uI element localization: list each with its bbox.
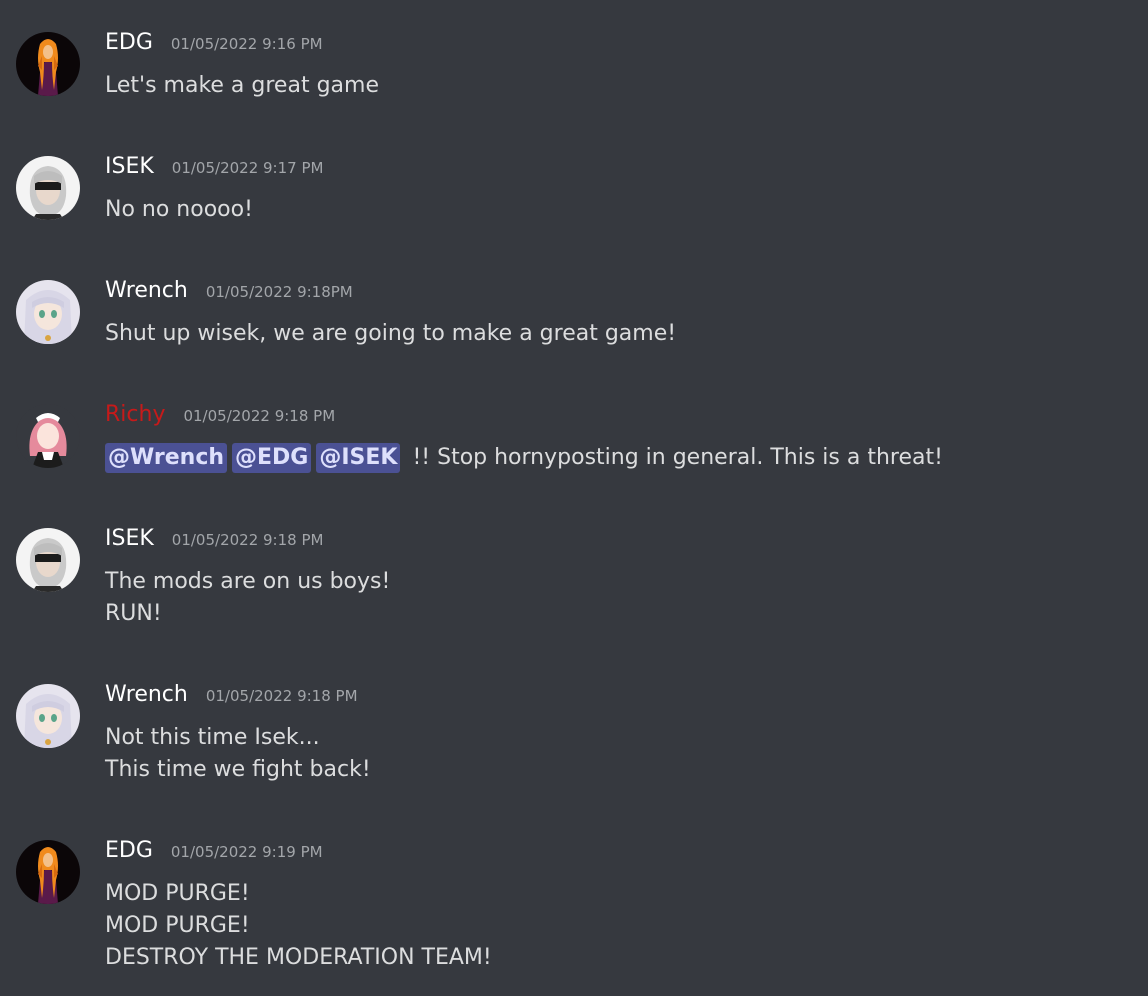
chat-message-list: EDG 01/05/2022 9:16 PM Let's make a grea…: [0, 0, 1148, 996]
username[interactable]: Wrench: [105, 682, 188, 707]
message-content: @Wrench @EDG @ISEK !! Stop hornyposting in…: [105, 442, 943, 474]
timestamp: 01/05/2022 9:18 PM: [205, 687, 358, 705]
username[interactable]: EDG: [105, 838, 153, 863]
message-header: Wrench 01/05/2022 9:18PM: [105, 278, 353, 306]
message-text: !! Stop hornyposting in general. This is…: [405, 445, 943, 470]
mention-edg[interactable]: @EDG: [232, 443, 312, 473]
message-line: @Wrench @EDG @ISEK !! Stop hornyposting in…: [105, 442, 943, 474]
message-content: Shut up wisek, we are going to make a gr…: [105, 318, 676, 350]
username[interactable]: ISEK: [105, 154, 154, 179]
username[interactable]: ISEK: [105, 526, 154, 551]
message-content: Not this time Isek... This time we fight…: [105, 722, 371, 786]
timestamp: 01/05/2022 9:19 PM: [170, 843, 323, 861]
message-content: Let's make a great game: [105, 70, 379, 102]
message-header: Wrench 01/05/2022 9:18 PM: [105, 682, 358, 710]
timestamp: 01/05/2022 9:18 PM: [171, 531, 324, 549]
message-content: The mods are on us boys! RUN!: [105, 566, 390, 630]
message-line: MOD PURGE!: [105, 913, 250, 938]
mention-isek[interactable]: @ISEK: [316, 443, 401, 473]
message-header: EDG 01/05/2022 9:19 PM: [105, 838, 323, 866]
isek-avatar[interactable]: [16, 156, 80, 220]
message-line: DESTROY THE MODERATION TEAM!: [105, 945, 492, 970]
mention-wrench[interactable]: @Wrench: [105, 443, 228, 473]
wrench-avatar[interactable]: [16, 684, 80, 748]
message-content: No no noooo!: [105, 194, 253, 226]
username[interactable]: Richy: [105, 402, 165, 427]
timestamp: 01/05/2022 9:17 PM: [171, 159, 324, 177]
message-line: RUN!: [105, 601, 162, 626]
message-line: Let's make a great game: [105, 73, 379, 98]
edg-avatar[interactable]: [16, 840, 80, 904]
timestamp: 01/05/2022 9:16 PM: [170, 35, 323, 53]
message-header: ISEK 01/05/2022 9:17 PM: [105, 154, 323, 182]
edg-avatar[interactable]: [16, 32, 80, 96]
message-line: The mods are on us boys!: [105, 569, 391, 594]
message-line: This time we fight back!: [105, 757, 371, 782]
timestamp: 01/05/2022 9:18PM: [205, 283, 353, 301]
message-line: No no noooo!: [105, 197, 253, 222]
username[interactable]: EDG: [105, 30, 153, 55]
message-header: ISEK 01/05/2022 9:18 PM: [105, 526, 323, 554]
message-line: MOD PURGE!: [105, 881, 250, 906]
isek-avatar[interactable]: [16, 528, 80, 592]
message-line: Not this time Isek...: [105, 725, 320, 750]
message-line: Shut up wisek, we are going to make a gr…: [105, 321, 677, 346]
username[interactable]: Wrench: [105, 278, 188, 303]
message-header: Richy 01/05/2022 9:18 PM: [105, 402, 335, 430]
wrench-avatar[interactable]: [16, 280, 80, 344]
message-content: MOD PURGE! MOD PURGE! DESTROY THE MODERA…: [105, 878, 492, 974]
timestamp: 01/05/2022 9:18 PM: [183, 407, 336, 425]
richy-avatar[interactable]: [16, 404, 80, 468]
message-header: EDG 01/05/2022 9:16 PM: [105, 30, 323, 58]
